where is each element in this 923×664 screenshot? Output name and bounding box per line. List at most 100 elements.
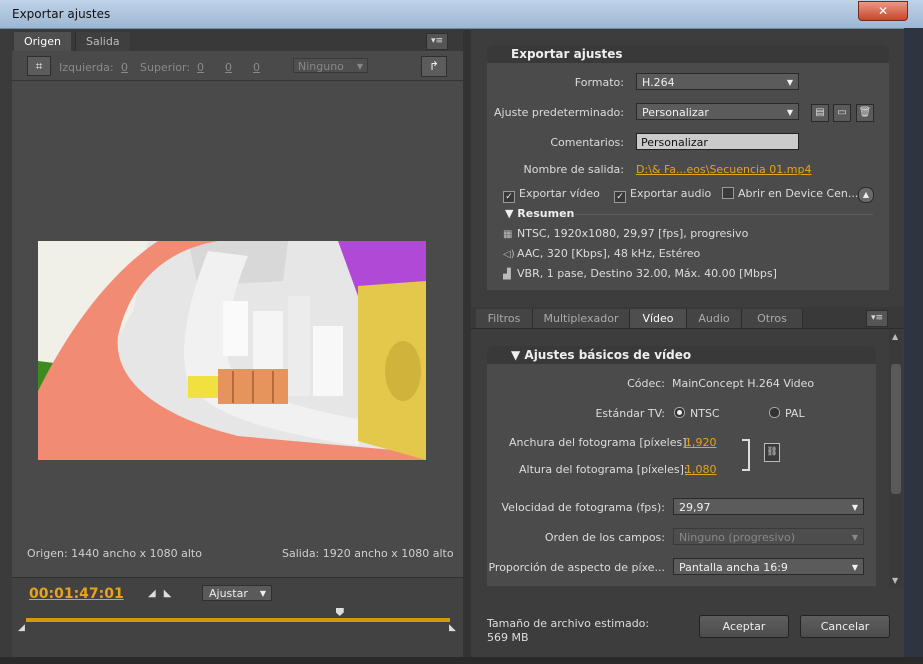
origin-size-info: Origen: 1440 ancho x 1080 alto (27, 547, 202, 560)
chain-link-icon[interactable]: ⛓ (764, 443, 780, 462)
export-audio-checkbox[interactable]: ✓ Exportar audio (614, 187, 711, 203)
field-order-label: Orden de los campos: (544, 531, 665, 544)
preset-dropdown[interactable]: Personalizar ▼ (636, 103, 799, 120)
title-bar: Exportar ajustes ✕ (0, 0, 923, 29)
video-preview-frame (38, 241, 426, 460)
video-basic-settings-panel: ▼ Ajustes básicos de vídeo Códec: MainCo… (487, 346, 876, 586)
crop-toolbar: ⌗ Izquierda: 0 Superior: 0 0 0 Ninguno ▼… (12, 51, 463, 81)
tv-standard-label: Estándar TV: (595, 407, 665, 420)
output-name-link[interactable]: D:\& Fa...eos\Secuencia 01.mp4 (636, 163, 811, 176)
tab-otros[interactable]: Otros (742, 309, 803, 328)
crop-bottom-value[interactable]: 0 (253, 61, 260, 74)
timeline-track[interactable] (26, 618, 450, 622)
pixel-aspect-value: Pantalla ancha 16:9 (679, 561, 788, 574)
preview-image (38, 241, 426, 460)
pane-splitter[interactable] (463, 30, 471, 657)
ntsc-radio[interactable]: NTSC (674, 407, 720, 420)
summary-divider (575, 214, 873, 215)
preset-value: Personalizar (642, 106, 709, 119)
crop-left-value[interactable]: 0 (121, 61, 128, 74)
frame-width-label: Anchura del fotograma [píxeles]: (509, 436, 691, 449)
chevron-down-icon: ▼ (851, 533, 858, 542)
frame-rate-dropdown[interactable]: 29,97 ▼ (673, 498, 864, 515)
summary-heading-label: Resumen (517, 207, 575, 220)
export-video-label: Exportar vídeo (519, 187, 600, 200)
tab-audio[interactable]: Audio (687, 309, 742, 328)
panel-menu-icon[interactable]: ▾≡ (426, 33, 448, 50)
crop-icon[interactable]: ⌗ (27, 56, 51, 76)
video-settings-heading-label: Ajustes básicos de vídeo (524, 348, 692, 362)
crop-aspect-dropdown[interactable]: Ninguno ▼ (293, 58, 368, 73)
pal-radio[interactable]: PAL (769, 407, 805, 420)
summary-bitrate-text: VBR, 1 pase, Destino 32.00, Máx. 40.00 [… (517, 267, 777, 280)
device-central-checkbox[interactable]: Abrir en Device Cen... (722, 187, 858, 200)
summary-video-text: NTSC, 1920x1080, 29,97 [fps], progresivo (517, 227, 749, 240)
import-preset-icon[interactable]: ▭ (833, 104, 851, 122)
save-preset-icon[interactable]: ▤ (811, 104, 829, 122)
frame-height-label: Altura del fotograma [píxeles]: (519, 463, 688, 476)
in-point-icon[interactable]: ◢ (18, 623, 25, 633)
chevron-down-icon: ▼ (259, 589, 266, 598)
output-size-info: Salida: 1920 ancho x 1080 alto (282, 547, 454, 560)
field-order-dropdown[interactable]: Ninguno (progresivo) ▼ (673, 528, 864, 545)
cancel-button[interactable]: Cancelar (800, 615, 890, 638)
frame-width-value[interactable]: 1,920 (685, 436, 717, 449)
comments-input[interactable]: Personalizar (636, 133, 799, 150)
video-settings-heading[interactable]: ▼ Ajustes básicos de vídeo (487, 346, 876, 364)
collapse-up-icon[interactable]: ▲ (858, 187, 874, 203)
checkbox-checked-icon: ✓ (503, 191, 515, 203)
chevron-down-icon: ▼ (851, 503, 858, 512)
pixel-aspect-dropdown[interactable]: Pantalla ancha 16:9 ▼ (673, 558, 864, 575)
scrollbar-thumb[interactable] (891, 364, 901, 494)
delete-preset-icon[interactable]: 🗑 (856, 104, 874, 122)
checkbox-unchecked-icon (722, 187, 734, 199)
out-point-icon[interactable]: ◣ (449, 623, 456, 633)
chevron-down-icon: ▼ (786, 108, 793, 117)
background-app-strip (904, 28, 923, 657)
frame-height-value[interactable]: 1,080 (685, 463, 717, 476)
summary-audio-line: ◁) AAC, 320 [Kbps], 48 kHz, Estéreo (503, 247, 700, 260)
tab-salida[interactable]: Salida (75, 32, 130, 51)
tab-multiplexador[interactable]: Multiplexador (533, 309, 630, 328)
summary-heading[interactable]: ▼ Resumen (505, 207, 574, 220)
export-settings-heading: Exportar ajustes (487, 45, 889, 63)
comments-label: Comentarios: (550, 136, 624, 149)
close-button[interactable]: ✕ (858, 1, 908, 21)
panel-menu-icon[interactable]: ▾≡ (866, 310, 888, 327)
chevron-down-icon: ▼ (786, 78, 793, 87)
timeline-bar: 00:01:47:01 ◢◣ Ajustar ▼ ◢ ◣ (12, 577, 463, 658)
summary-audio-text: AAC, 320 [Kbps], 48 kHz, Estéreo (517, 247, 701, 260)
format-dropdown[interactable]: H.264 ▼ (636, 73, 799, 90)
timecode-display[interactable]: 00:01:47:01 (29, 586, 124, 602)
scroll-down-icon[interactable]: ▼ (892, 576, 898, 585)
zoom-fit-dropdown[interactable]: Ajustar ▼ (202, 585, 272, 601)
export-audio-label: Exportar audio (630, 187, 712, 200)
ntsc-label: NTSC (690, 407, 720, 420)
left-tabs: Origen Salida ▾≡ (12, 30, 463, 51)
settings-tabs: Filtros Multiplexador Vídeo Audio Otros … (471, 307, 904, 329)
in-out-marker-icons[interactable]: ◢◣ (148, 588, 179, 599)
playhead-icon[interactable] (335, 608, 344, 616)
crop-aspect-value: Ninguno (298, 60, 344, 73)
tab-origen[interactable]: Origen (14, 32, 71, 51)
format-value: H.264 (642, 76, 675, 89)
crop-right-value[interactable]: 0 (225, 61, 232, 74)
radio-selected-icon (674, 407, 685, 418)
tab-filtros[interactable]: Filtros (476, 309, 533, 328)
codec-value: MainConcept H.264 Video (672, 377, 815, 390)
codec-label: Códec: (627, 377, 665, 390)
export-video-checkbox[interactable]: ✓ Exportar vídeo (503, 187, 600, 203)
format-label: Formato: (574, 76, 624, 89)
checkbox-checked-icon: ✓ (614, 191, 626, 203)
accept-button[interactable]: Aceptar (699, 615, 789, 638)
rotate-icon[interactable]: ↱ (421, 56, 447, 77)
settings-scrollbar[interactable]: ▲ ▼ (889, 330, 903, 588)
crop-top-label: Superior: (140, 61, 191, 74)
settings-pane: Exportar ajustes Formato: H.264 ▼ Ajuste… (471, 30, 904, 657)
tab-video[interactable]: Vídeo (630, 309, 687, 328)
crop-top-value[interactable]: 0 (197, 61, 204, 74)
scroll-up-icon[interactable]: ▲ (892, 332, 898, 341)
chevron-down-icon: ▼ (356, 62, 363, 71)
film-icon: ▦ (503, 229, 513, 240)
estimated-file-size: Tamaño de archivo estimado: 569 MB (487, 617, 649, 645)
